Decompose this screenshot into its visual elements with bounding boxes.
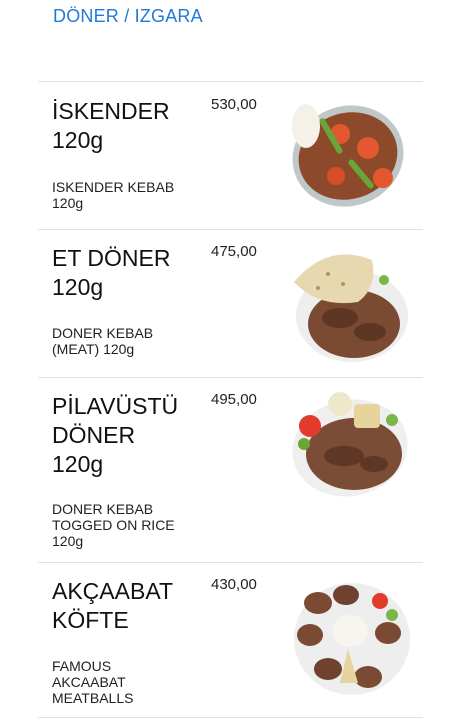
- pilavustu-doner-dish-photo: [292, 392, 408, 497]
- item-name: ET DÖNER 120g: [52, 245, 171, 300]
- item-price: 495,00: [211, 391, 257, 408]
- et-doner-dish-photo: [294, 254, 408, 362]
- item-description: FAMOUS AKCAABAT MEATBALLS: [52, 658, 134, 706]
- menu-item-akcaabat-kofte[interactable]: AKÇAABAT KÖFTE 430,00 FAMOUS AKCAABAT ME…: [38, 562, 423, 718]
- menu-item-et-doner[interactable]: ET DÖNER 120g 475,00 DONER KEBAB (MEAT) …: [38, 229, 423, 377]
- item-price: 475,00: [211, 243, 257, 260]
- item-name: PİLAVÜSTÜ DÖNER 120g: [52, 393, 179, 477]
- item-name: İSKENDER 120g: [52, 98, 170, 153]
- item-description: ISKENDER KEBAB 120g: [52, 179, 175, 211]
- item-name: AKÇAABAT KÖFTE: [52, 578, 173, 633]
- menu-item-pilavustu-doner[interactable]: PİLAVÜSTÜ DÖNER 120g 495,00 DONER KEBAB …: [38, 377, 423, 562]
- item-description: DONER KEBAB TOGGED ON RICE 120g: [52, 501, 175, 549]
- akcaabat-kofte-dish-photo: [294, 583, 410, 695]
- iskender-dish-photo: [292, 104, 404, 207]
- category-title[interactable]: DÖNER / IZGARA: [53, 6, 203, 27]
- menu-item-iskender[interactable]: İSKENDER 120g 530,00 ISKENDER KEBAB 120g: [38, 81, 423, 229]
- item-price: 430,00: [211, 576, 257, 593]
- item-price: 530,00: [211, 96, 257, 113]
- menu-list: İSKENDER 120g 530,00 ISKENDER KEBAB 120g…: [38, 81, 423, 718]
- item-description: DONER KEBAB (MEAT) 120g: [52, 325, 154, 357]
